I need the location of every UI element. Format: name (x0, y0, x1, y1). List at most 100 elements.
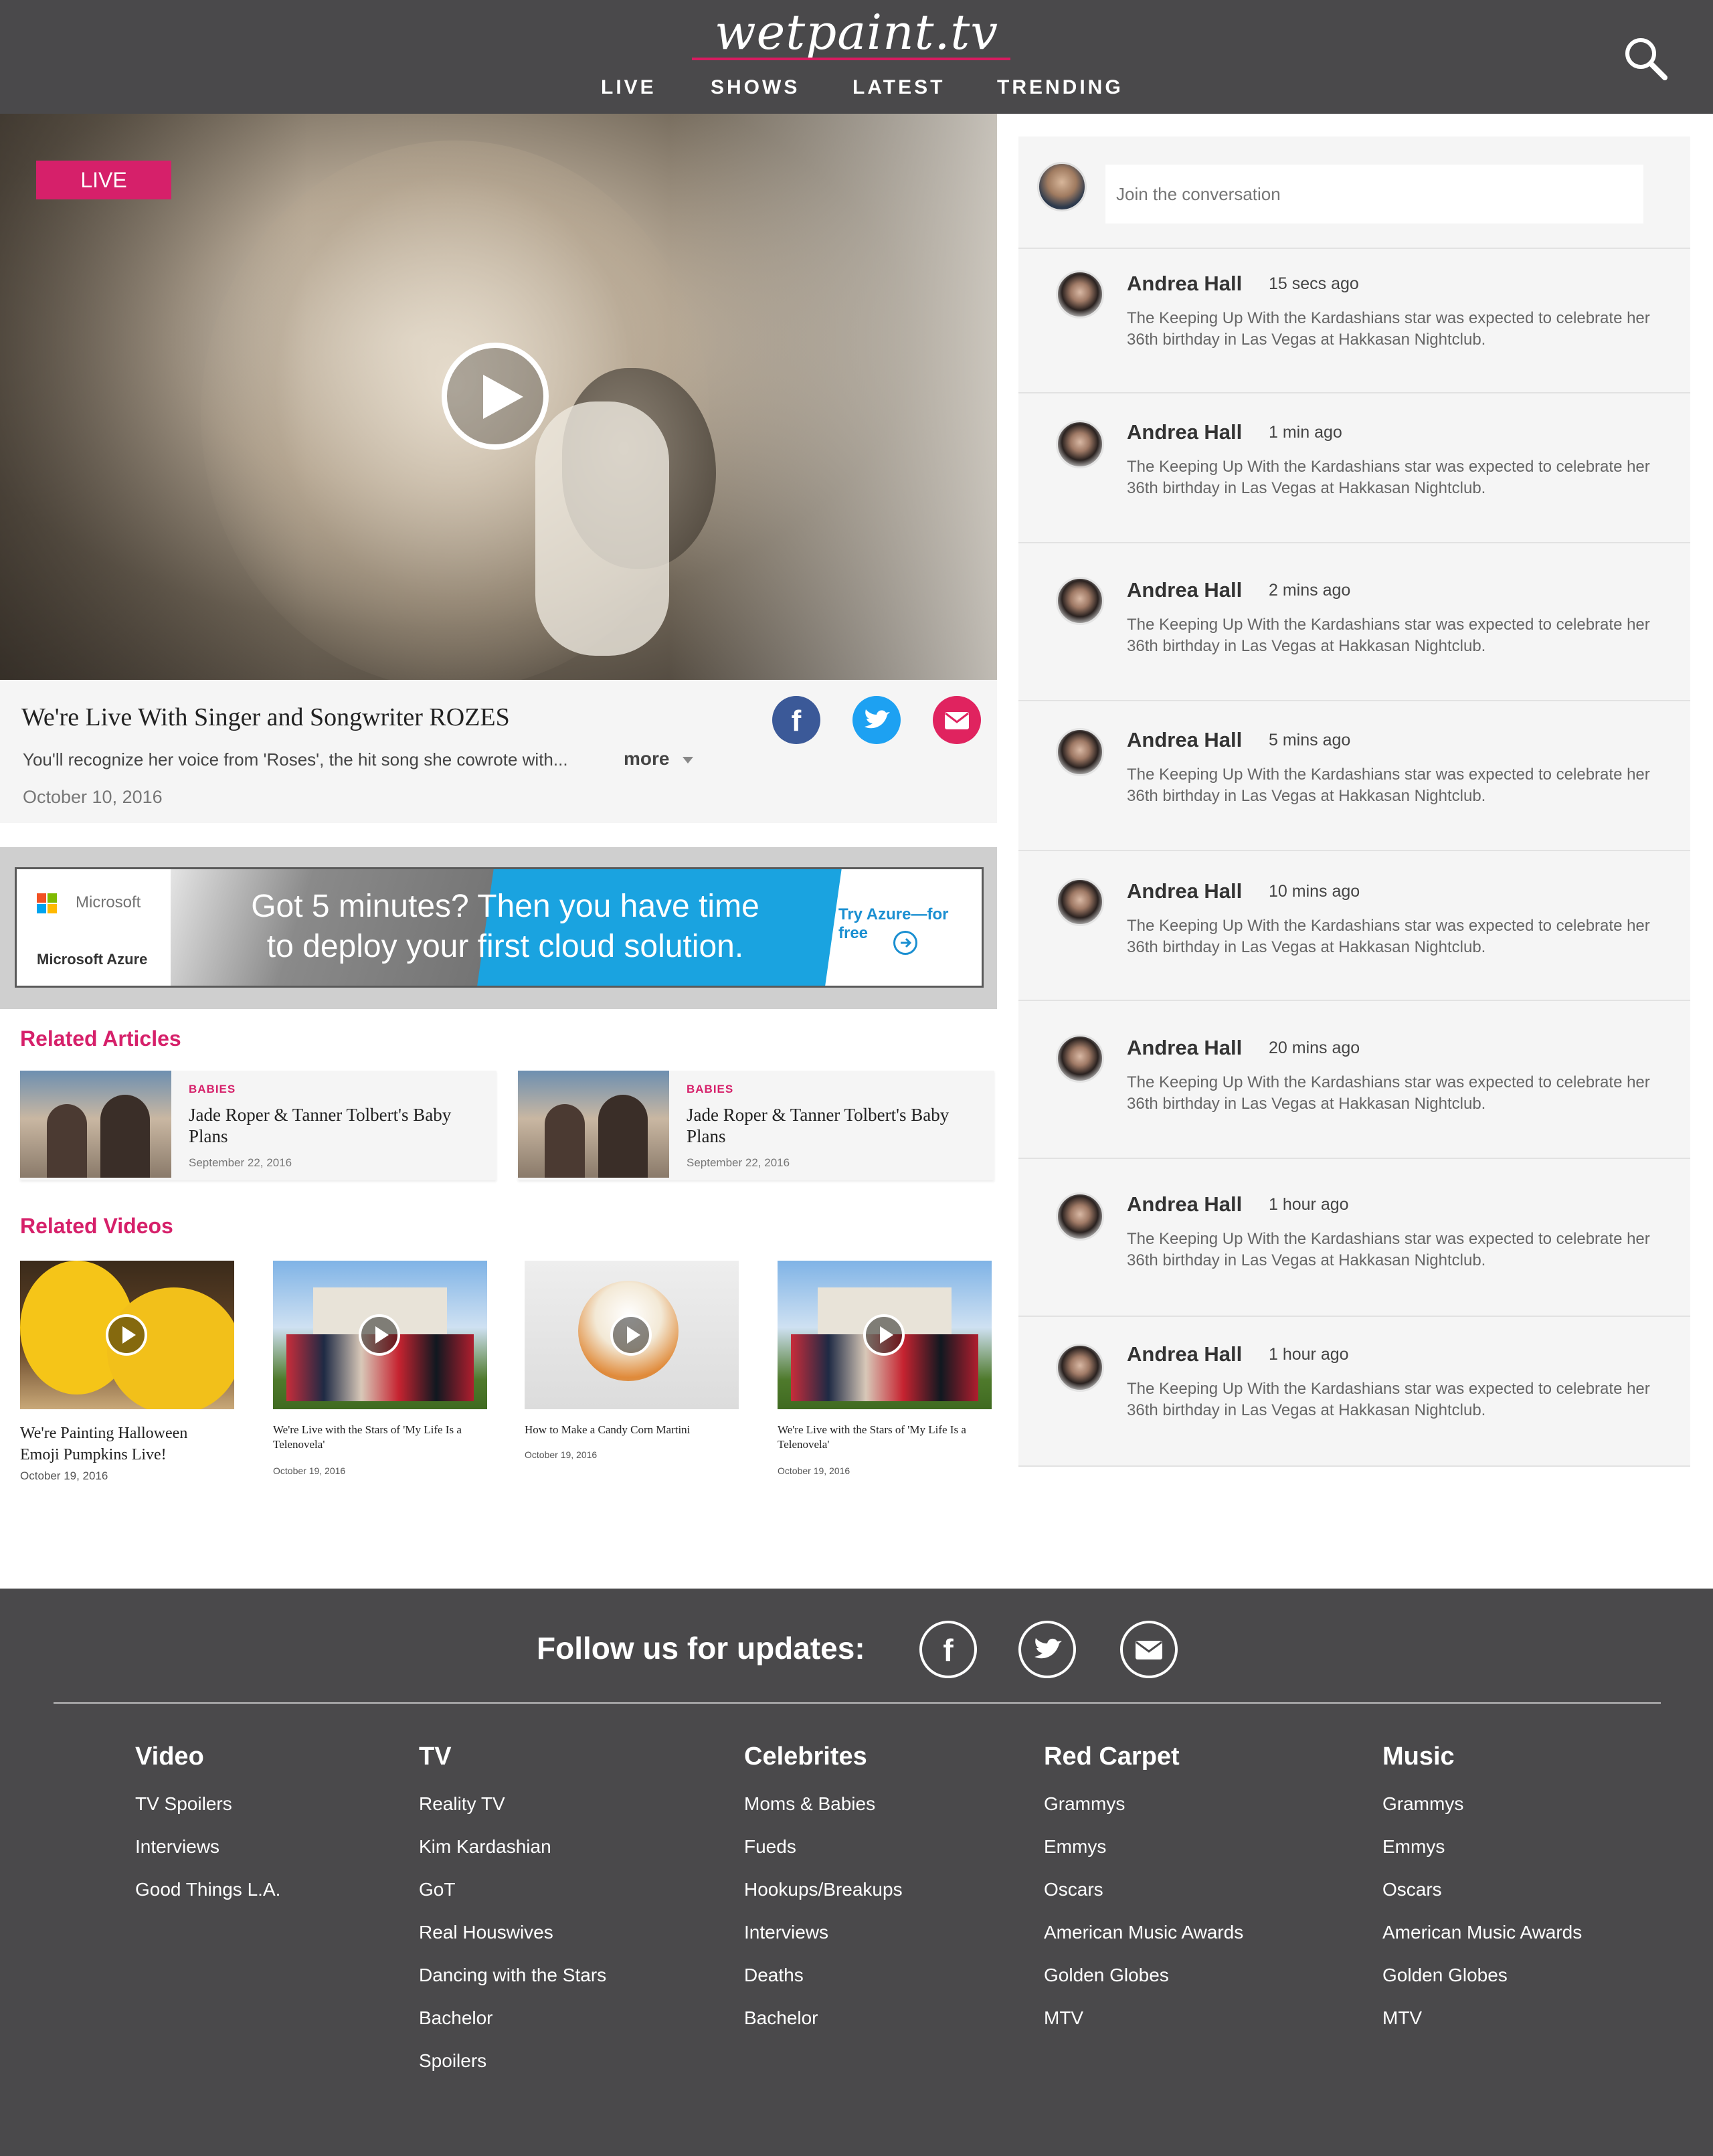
play-icon[interactable] (359, 1314, 400, 1356)
footer-link[interactable]: GoT (419, 1879, 455, 1900)
play-icon[interactable] (442, 343, 549, 450)
more-label: more (624, 748, 670, 769)
play-icon[interactable] (863, 1314, 905, 1356)
related-video-thumbnail[interactable] (20, 1261, 234, 1409)
footer-link[interactable]: Moms & Babies (744, 1793, 875, 1815)
comment-author[interactable]: Andrea Hall (1127, 879, 1242, 903)
related-video-title[interactable]: We're Live with the Stars of 'My Life Is… (778, 1423, 992, 1452)
comment-time: 5 mins ago (1269, 731, 1351, 749)
related-articles-heading: Related Articles (20, 1026, 181, 1051)
related-video-thumbnail[interactable] (525, 1261, 739, 1409)
footer-link[interactable]: MTV (1382, 2007, 1422, 2029)
comment-author[interactable]: Andrea Hall (1127, 578, 1242, 602)
comment-author[interactable]: Andrea Hall (1127, 272, 1242, 296)
footer-heading-video: Video (135, 1742, 204, 1771)
footer-link[interactable]: Deaths (744, 1965, 804, 1986)
footer-link[interactable]: Bachelor (744, 2007, 818, 2029)
twitter-icon[interactable] (852, 696, 901, 744)
comment-time: 1 min ago (1269, 423, 1342, 442)
nav-shows[interactable]: SHOWS (711, 76, 800, 99)
comment-author[interactable]: Andrea Hall (1127, 1192, 1242, 1217)
footer-link[interactable]: Grammys (1382, 1793, 1463, 1815)
comment-author[interactable]: Andrea Hall (1127, 728, 1242, 752)
avatar[interactable] (1056, 1035, 1104, 1083)
footer-link[interactable]: Real Houswives (419, 1922, 553, 1943)
related-video-thumbnail[interactable] (273, 1261, 487, 1409)
footer-heading-celebrites: Celebrites (744, 1742, 867, 1771)
avatar[interactable] (1056, 420, 1104, 468)
footer-link[interactable]: Emmys (1044, 1836, 1106, 1858)
footer-link[interactable]: Oscars (1044, 1879, 1103, 1900)
twitter-icon[interactable] (1018, 1621, 1076, 1678)
footer-link[interactable]: Kim Kardashian (419, 1836, 551, 1858)
join-conversation-input[interactable] (1105, 165, 1643, 223)
facebook-icon[interactable]: f (772, 696, 820, 744)
footer-link[interactable]: American Music Awards (1382, 1922, 1582, 1943)
more-button[interactable]: more (624, 748, 695, 770)
email-icon[interactable] (1120, 1621, 1178, 1678)
related-videos-heading: Related Videos (20, 1214, 173, 1238)
footer-heading-red-carpet: Red Carpet (1044, 1742, 1180, 1771)
play-icon[interactable] (610, 1314, 652, 1356)
footer-link[interactable]: Good Things L.A. (135, 1879, 280, 1900)
facebook-icon[interactable]: f (919, 1621, 977, 1678)
site-logo[interactable]: wetpaint.tv (689, 4, 1024, 60)
related-article-card[interactable]: BABIES Jade Roper & Tanner Tolbert's Bab… (518, 1071, 994, 1180)
related-video-title[interactable]: How to Make a Candy Corn Martini (525, 1423, 739, 1437)
avatar[interactable] (1056, 1344, 1104, 1392)
advertisement-banner[interactable]: Microsoft Microsoft Azure Got 5 minutes?… (15, 867, 984, 988)
related-article-card[interactable]: BABIES Jade Roper & Tanner Tolbert's Bab… (20, 1071, 497, 1180)
footer-link[interactable]: Hookups/Breakups (744, 1879, 903, 1900)
avatar[interactable] (1056, 1192, 1104, 1241)
avatar[interactable] (1056, 878, 1104, 926)
comment-item: Andrea Hall 1 hour ago The Keeping Up Wi… (1018, 1316, 1690, 1467)
avatar[interactable] (1056, 577, 1104, 625)
nav-latest[interactable]: LATEST (852, 76, 945, 99)
avatar[interactable] (1056, 728, 1104, 776)
related-article-title[interactable]: Jade Roper & Tanner Tolbert's Baby Plans (189, 1104, 456, 1147)
footer-link[interactable]: Bachelor (419, 2007, 493, 2029)
email-icon[interactable] (933, 696, 981, 744)
svg-text:f: f (943, 1633, 954, 1668)
comment-time: 2 mins ago (1269, 581, 1351, 600)
avatar[interactable] (1056, 270, 1104, 319)
footer-link[interactable]: Reality TV (419, 1793, 505, 1815)
user-avatar[interactable] (1037, 162, 1087, 211)
footer-link[interactable]: MTV (1044, 2007, 1083, 2029)
comment-author[interactable]: Andrea Hall (1127, 420, 1242, 444)
comment-text: The Keeping Up With the Kardashians star… (1127, 1230, 1650, 1269)
comment-author[interactable]: Andrea Hall (1127, 1036, 1242, 1060)
comment-item: Andrea Hall 20 mins ago The Keeping Up W… (1018, 1000, 1690, 1158)
comment-text: The Keeping Up With the Kardashians star… (1127, 309, 1650, 349)
logo-underline (692, 58, 1010, 60)
related-video-title[interactable]: We're Live with the Stars of 'My Life Is… (273, 1423, 487, 1452)
comment-text: The Keeping Up With the Kardashians star… (1127, 766, 1650, 805)
article-description: You'll recognize her voice from 'Roses',… (23, 749, 568, 770)
related-video-title[interactable]: We're Painting Halloween Emoji Pumpkins … (20, 1423, 221, 1465)
footer-link[interactable]: Emmys (1382, 1836, 1445, 1858)
search-icon[interactable] (1622, 35, 1669, 82)
play-icon[interactable] (106, 1314, 147, 1356)
nav-live[interactable]: LIVE (601, 76, 656, 99)
nav-trending[interactable]: TRENDING (997, 76, 1123, 99)
footer-link[interactable]: Fueds (744, 1836, 796, 1858)
footer-link[interactable]: Golden Globes (1382, 1965, 1508, 1986)
footer-link[interactable]: Oscars (1382, 1879, 1442, 1900)
footer-link[interactable]: American Music Awards (1044, 1922, 1243, 1943)
footer-link[interactable]: Grammys (1044, 1793, 1125, 1815)
microsoft-logo-icon (37, 893, 57, 913)
comment-author[interactable]: Andrea Hall (1127, 1342, 1242, 1366)
comment-time: 1 hour ago (1269, 1345, 1349, 1364)
footer-link[interactable]: Interviews (744, 1922, 828, 1943)
footer-link[interactable]: Dancing with the Stars (419, 1965, 606, 1986)
related-video-thumbnail[interactable] (778, 1261, 992, 1409)
comment-item: Andrea Hall 1 hour ago The Keeping Up Wi… (1018, 1158, 1690, 1316)
footer-link[interactable]: Golden Globes (1044, 1965, 1169, 1986)
related-article-category: BABIES (687, 1083, 734, 1095)
footer-link[interactable]: TV Spoilers (135, 1793, 232, 1815)
footer-link[interactable]: Interviews (135, 1836, 219, 1858)
related-article-title[interactable]: Jade Roper & Tanner Tolbert's Baby Plans (687, 1104, 954, 1147)
footer-link[interactable]: Spoilers (419, 2050, 486, 2072)
comment-text: The Keeping Up With the Kardashians star… (1127, 917, 1650, 956)
arrow-right-icon[interactable] (893, 931, 917, 955)
